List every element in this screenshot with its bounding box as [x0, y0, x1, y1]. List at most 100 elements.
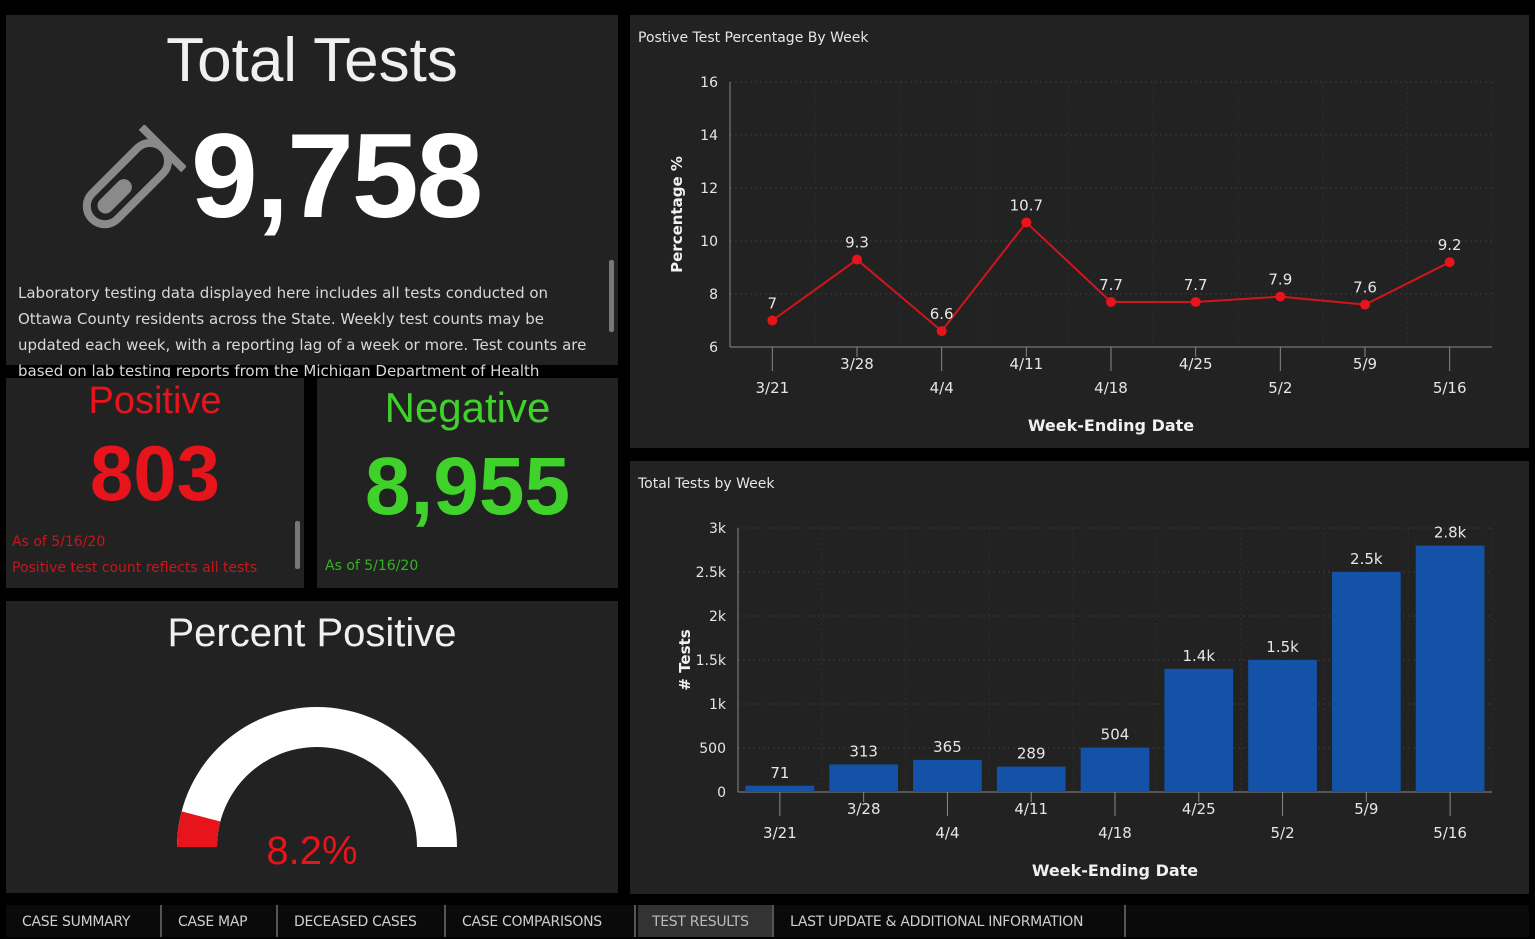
x-tick-label: 5/9	[1354, 800, 1378, 818]
y-tick-label: 500	[699, 741, 726, 757]
data-point	[1360, 299, 1370, 310]
positive-scrollbar[interactable]	[295, 521, 300, 569]
negative-as-of: As of 5/16/20	[325, 558, 419, 574]
data-label: 313	[849, 742, 878, 760]
total-tests-description: Laboratory testing data displayed here i…	[18, 284, 587, 377]
data-label: 9.2	[1438, 236, 1462, 254]
tab-case-comparisons[interactable]: CASE COMPARISONS	[448, 905, 636, 937]
total-tests-title: Total Tests	[166, 26, 458, 95]
tab-deceased-cases[interactable]: DECEASED CASES	[280, 905, 446, 937]
total-tests-value: 9,758	[191, 109, 483, 243]
y-tick-label: 6	[709, 340, 718, 356]
y-tick-label: 10	[700, 234, 718, 250]
bar	[1415, 545, 1485, 792]
negative-value: 8,955	[364, 441, 571, 532]
bar	[996, 766, 1066, 792]
x-tick-label: 4/11	[1014, 800, 1048, 818]
x-tick-label: 5/9	[1353, 355, 1377, 373]
bar	[1248, 660, 1317, 792]
data-point	[852, 254, 862, 265]
x-tick-label: 4/4	[935, 824, 959, 842]
bottom-tab-bar: CASE SUMMARY CASE MAP DECEASED CASES CAS…	[6, 905, 1529, 937]
positive-note: Positive test count reflects all tests	[12, 560, 258, 576]
negative-title: Negative	[384, 384, 551, 431]
y-tick-label: 14	[700, 128, 718, 144]
x-tick-label: 5/2	[1268, 379, 1292, 397]
y-axis-title: # Tests	[676, 629, 694, 690]
data-point	[936, 326, 947, 337]
positive-percentage-line-chart: Postive Test Percentage By Week 6 8 10 12 14 1…	[638, 30, 1493, 435]
tab-last-update[interactable]: LAST UPDATE & ADDITIONAL INFORMATION	[776, 905, 1126, 937]
data-label: 71	[770, 764, 789, 782]
data-point	[1106, 296, 1116, 307]
x-tick-label: 3/21	[755, 379, 789, 397]
x-tick-label: 4/25	[1182, 800, 1216, 818]
data-label: 1.5k	[1266, 638, 1299, 656]
total-tests-by-week-chart-panel: Total Tests by Week 0 500 1k 1.5k 2k 2.5k 3k 3/2…	[630, 461, 1529, 894]
total-tests-bar-chart: Total Tests by Week 0 500 1k 1.5k 2k 2.5k 3k 3/2…	[637, 476, 1493, 880]
data-label: 7.7	[1184, 276, 1208, 294]
x-tick-label: 5/16	[1433, 824, 1467, 842]
positive-as-of: As of 5/16/20	[12, 534, 106, 550]
data-label: 7.7	[1099, 276, 1123, 294]
x-tick-label: 4/25	[1179, 355, 1213, 373]
data-label: 7	[768, 295, 778, 313]
data-label: 10.7	[1010, 196, 1043, 214]
tab-case-summary[interactable]: CASE SUMMARY	[8, 905, 162, 937]
data-label: 7.6	[1353, 279, 1377, 297]
bar	[829, 764, 899, 792]
x-tick-label: 4/18	[1098, 824, 1132, 842]
bar	[1080, 747, 1150, 792]
positive-title: Positive	[88, 380, 222, 422]
y-tick-label: 12	[700, 181, 718, 197]
y-tick-label: 1.5k	[696, 653, 727, 669]
data-label: 289	[1017, 745, 1046, 763]
bar	[1331, 572, 1401, 792]
positive-value: 803	[89, 429, 221, 517]
data-label: 1.4k	[1183, 647, 1216, 665]
x-tick-label: 4/11	[1009, 355, 1043, 373]
chart-title: Total Tests by Week	[637, 476, 775, 492]
y-tick-label: 8	[709, 287, 718, 303]
y-tick-label: 16	[700, 75, 718, 91]
data-label: 504	[1101, 726, 1130, 744]
y-tick-label: 1k	[709, 697, 727, 713]
description-scrollbar[interactable]	[609, 260, 614, 332]
y-axis-title: Percentage %	[668, 156, 686, 273]
x-tick-label: 3/28	[840, 355, 874, 373]
x-tick-label: 4/18	[1094, 379, 1128, 397]
negative-panel: Negative 8,955 As of 5/16/20	[317, 378, 618, 588]
data-label: 2.8k	[1434, 524, 1467, 542]
bar	[1164, 668, 1234, 792]
y-tick-label: 0	[717, 785, 726, 801]
data-point	[1275, 291, 1286, 302]
x-tick-label: 5/2	[1270, 824, 1294, 842]
data-label: 9.3	[845, 234, 869, 252]
total-tests-panel: Total Tests 9,758 Laboratory testing dat…	[6, 15, 618, 377]
positive-panel: Positive 803 As of 5/16/20 Positive test…	[6, 378, 304, 588]
y-tick-label: 3k	[709, 521, 727, 537]
bar	[745, 785, 815, 792]
x-axis-title: Week-Ending Date	[1028, 416, 1194, 435]
data-label: 7.9	[1268, 271, 1292, 289]
x-tick-label: 3/28	[847, 800, 881, 818]
x-axis-title: Week-Ending Date	[1032, 861, 1198, 880]
data-point	[1444, 257, 1455, 268]
y-tick-label: 2k	[709, 609, 727, 625]
percent-positive-panel: Percent Positive 8.2%	[6, 601, 618, 893]
data-label: 2.5k	[1350, 550, 1383, 568]
positive-percentage-chart-panel: Postive Test Percentage By Week 6 8 10 12 14 1…	[630, 15, 1529, 448]
bar	[913, 759, 982, 792]
data-point	[1021, 217, 1032, 228]
tab-test-results[interactable]: TEST RESULTS	[638, 905, 774, 937]
x-tick-label: 3/21	[763, 824, 797, 842]
chart-title: Postive Test Percentage By Week	[638, 30, 869, 46]
x-tick-label: 5/16	[1433, 379, 1467, 397]
tab-case-map[interactable]: CASE MAP	[164, 905, 278, 937]
y-tick-label: 2.5k	[696, 565, 727, 581]
x-tick-label: 4/4	[930, 379, 954, 397]
percent-positive-value: 8.2%	[266, 829, 358, 873]
data-point	[1190, 296, 1201, 307]
test-tube-icon	[82, 125, 186, 229]
data-label: 365	[933, 738, 962, 756]
